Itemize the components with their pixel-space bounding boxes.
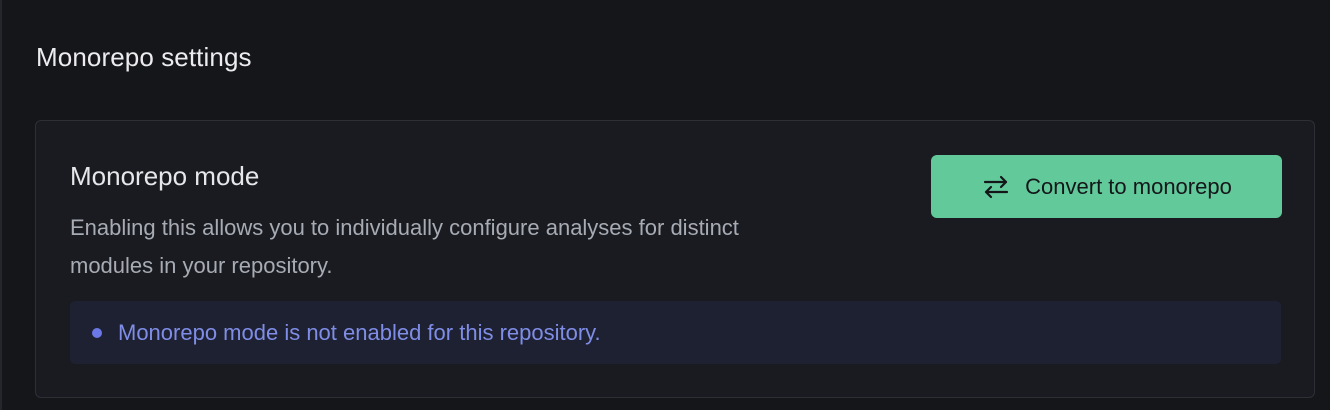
swap-arrows-icon [981,174,1011,200]
monorepo-status-notice: Monorepo mode is not enabled for this re… [70,301,1281,364]
card-description: Enabling this allows you to individually… [70,215,739,278]
settings-page: Monorepo settings Monorepo mode Enabling… [0,0,1330,410]
convert-to-monorepo-button[interactable]: Convert to monorepo [931,155,1282,218]
monorepo-mode-card: Monorepo mode Enabling this allows you t… [35,120,1315,398]
card-title: Monorepo mode [70,161,260,191]
notice-text: Monorepo mode is not enabled for this re… [118,319,601,345]
section-title: Monorepo settings [36,42,252,72]
convert-button-label: Convert to monorepo [1025,173,1232,199]
status-dot-icon [92,327,102,338]
left-divider [0,0,2,410]
